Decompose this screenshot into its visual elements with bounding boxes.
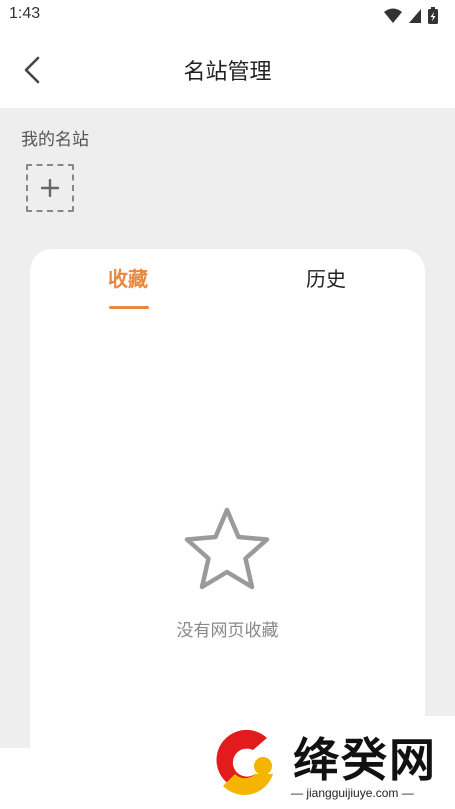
plus-icon	[41, 179, 59, 197]
tab-favorites[interactable]: 收藏	[68, 263, 188, 292]
watermark: 绛癸网 — jiangguijiuye.com —	[205, 716, 455, 808]
add-site-button[interactable]	[26, 164, 74, 212]
watermark-logo-icon	[216, 729, 273, 795]
wifi-icon	[384, 8, 402, 23]
app-header: 名站管理	[0, 32, 455, 108]
star-outline-icon	[184, 507, 270, 590]
main-content: 我的名站 收藏 历史 没有网页收藏	[0, 108, 455, 809]
empty-favorites-message: 没有网页收藏	[176, 621, 279, 641]
status-time: 1:43	[9, 5, 41, 22]
page-title: 名站管理	[183, 60, 272, 85]
watermark-brand: 绛癸网	[293, 733, 437, 787]
battery-icon	[428, 7, 438, 24]
cellular-signal-icon	[409, 9, 421, 23]
active-tab-indicator	[109, 306, 149, 309]
watermark-url: — jiangguijiuye.com —	[291, 786, 414, 800]
status-bar: 1:43	[0, 0, 455, 32]
my-sites-label: 我的名站	[21, 130, 89, 150]
tab-history[interactable]: 历史	[266, 263, 386, 292]
status-icons	[383, 6, 445, 26]
